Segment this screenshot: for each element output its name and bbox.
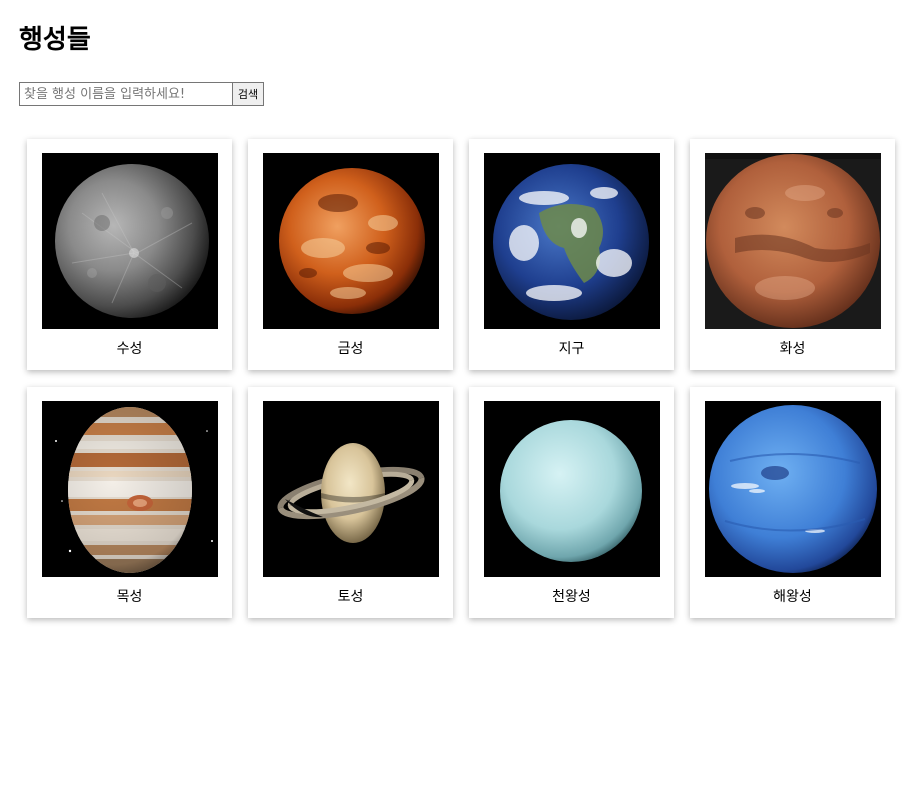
planet-name: 수성 [116,341,143,357]
jupiter-image [41,401,218,577]
planet-card-mars[interactable]: 화성 [690,139,895,370]
planet-name: 천왕성 [552,589,591,605]
uranus-image [483,401,660,577]
planet-card-mercury[interactable]: 수성 [27,139,232,370]
planet-name: 화성 [779,341,806,357]
mars-image [704,153,881,329]
planet-name: 토성 [337,589,364,605]
planet-name: 해왕성 [773,589,812,605]
planet-name: 목성 [116,589,143,605]
saturn-image [262,401,439,577]
venus-image [262,153,439,329]
search-button[interactable]: 검색 [232,82,264,106]
planet-grid: 수성 금성 지구 화성 목성 토성 천왕성 해왕성 [27,139,895,618]
planet-card-venus[interactable]: 금성 [248,139,453,370]
mercury-image [41,153,218,329]
earth-image [483,153,660,329]
search-input[interactable] [19,82,232,106]
page: 행성들 검색 [0,0,921,791]
search-bar: 검색 [19,82,264,106]
neptune-image [704,401,881,577]
planet-card-neptune[interactable]: 해왕성 [690,387,895,618]
planet-name: 금성 [337,341,364,357]
planet-card-earth[interactable]: 지구 [469,139,674,370]
planet-card-saturn[interactable]: 토성 [248,387,453,618]
planet-name: 지구 [558,341,585,357]
planet-card-jupiter[interactable]: 목성 [27,387,232,618]
planet-card-uranus[interactable]: 천왕성 [469,387,674,618]
page-title: 행성들 [19,25,91,55]
